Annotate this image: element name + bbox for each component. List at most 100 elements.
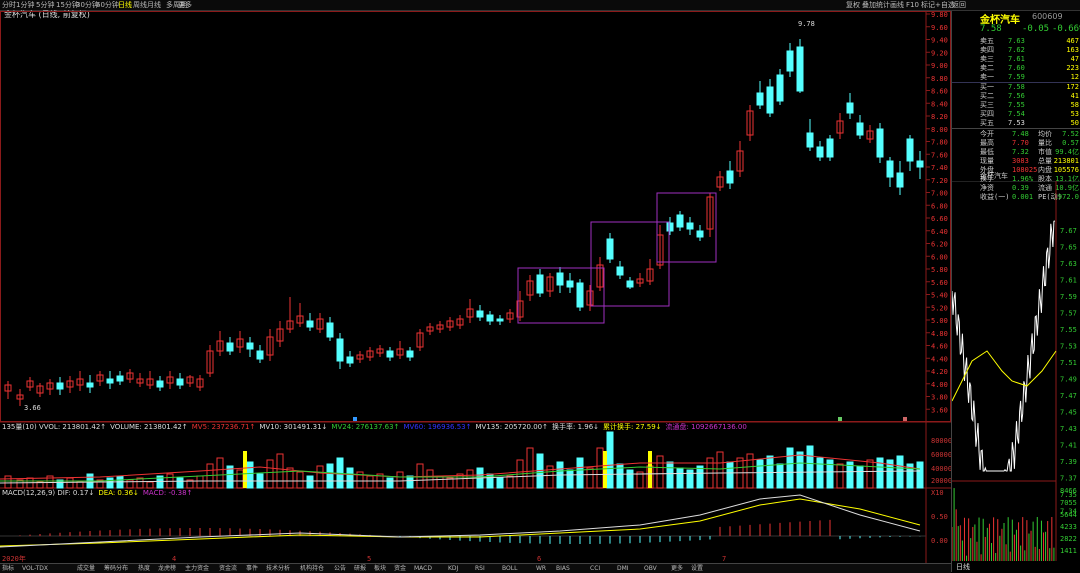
period-tab-5[interactable]: 60分钟 <box>96 0 119 10</box>
volume-bar-highlight <box>243 451 247 488</box>
last-price: 7.58 <box>980 24 1002 34</box>
ask-label: 卖三 <box>980 55 994 63</box>
mini-axis-label: 7.39 <box>1060 458 1077 466</box>
stat-value: 3083 <box>1012 157 1029 165</box>
candle-down <box>606 238 614 260</box>
candle-down <box>336 338 344 362</box>
toolbar-right-1[interactable]: 叠加 <box>862 0 876 10</box>
candle-down <box>306 320 314 328</box>
candle-down <box>896 172 904 188</box>
period-toolbar: 分时 1分钟 5分钟 15分钟 30分钟 60分钟 日线 周线 月线 多周期 更多 复权 叠加 统计 画线 F… <box>0 0 1080 11</box>
volume-bar-up <box>196 475 204 489</box>
stat-label: 现量 <box>980 157 994 165</box>
indicator-name[interactable]: 135量(10) <box>2 423 39 431</box>
volume-bar-up <box>596 447 604 489</box>
ask-label: 卖四 <box>980 46 994 54</box>
candle-down <box>556 272 564 286</box>
volume-bar-up <box>866 459 874 489</box>
indicator-value: MACD: -0.38↑ <box>142 489 193 497</box>
volume-bar-down <box>816 457 824 489</box>
volume-bar-down <box>306 475 314 489</box>
y-tick-label: 4.60 <box>931 343 948 351</box>
mini-axis-label: 7.67 <box>1060 227 1077 235</box>
x-axis-label: 7 <box>722 555 726 563</box>
candle-down <box>576 282 584 308</box>
candle-down <box>856 122 864 136</box>
volume-bar-down <box>386 477 394 489</box>
candle-down <box>766 86 774 114</box>
stat-label: 今开 <box>980 130 994 138</box>
volume-axis-label: 60000 <box>931 451 951 459</box>
period-tab-0[interactable]: 分时 <box>2 0 16 10</box>
y-tick-label: 7.40 <box>931 164 948 172</box>
intraday-mini-chart[interactable]: 7.67 7.65 7.63 7.61 7.59 7.57 7.55 7.53 7.51 7.49… <box>952 181 1080 572</box>
volume-bar-up <box>746 453 754 489</box>
stat-row: 最低 7.32 市值 99.4亿 <box>952 148 1080 157</box>
mini-vol-axis-label: 5644 <box>1060 511 1077 519</box>
mini-vol-axis-label: 2822 <box>1060 535 1077 543</box>
indicator-name[interactable]: MACD(12,26,9) <box>2 489 57 497</box>
period-tab-6[interactable]: 日线 <box>118 0 132 10</box>
candle-down <box>776 74 784 102</box>
mini-chart-title: 金杯汽车 <box>980 172 1008 180</box>
toolbar-right-0[interactable]: 复权 <box>846 0 860 10</box>
candle-down <box>476 310 484 318</box>
event-marker <box>903 417 907 421</box>
y-tick-label: 3.80 <box>931 394 948 402</box>
period-tab-1[interactable]: 1分钟 <box>16 0 34 10</box>
candle-down <box>786 50 794 72</box>
candle-down <box>756 92 764 106</box>
indicator-value: 流通盘: 1092667136.00 <box>665 423 747 431</box>
y-tick-label: 7.80 <box>931 139 948 147</box>
stat-value: 0.57 <box>1062 139 1079 147</box>
candle-down <box>256 350 264 360</box>
mini-vol-axis-label: 1411 <box>1060 547 1077 555</box>
quote-title: 金杯汽车 600609 <box>952 11 1080 26</box>
candle-down <box>696 230 704 238</box>
indicator-value: DIF: 0.17↓ <box>57 489 95 497</box>
candle-down <box>326 322 334 338</box>
period-tab-10[interactable]: 更多 <box>178 0 192 10</box>
volume-bar-up <box>396 471 404 489</box>
ask-volume: 467 <box>1066 37 1079 45</box>
toolbar-right-2[interactable]: 统计 <box>876 0 890 10</box>
volume-bar-down <box>896 455 904 489</box>
volume-bar-down <box>806 445 814 489</box>
y-tick-label: 6.40 <box>931 228 948 236</box>
volume-axis-label: 80000 <box>931 437 951 445</box>
mini-vol-axis-label: 7055 <box>1060 499 1077 507</box>
mini-axis-label: 7.41 <box>1060 442 1077 450</box>
stat-row: 今开 7.48 均价 7.52 <box>952 130 1080 139</box>
mini-axis-label: 7.63 <box>1060 260 1077 268</box>
candle-down <box>496 318 504 322</box>
toolbar-right-5[interactable]: 标记 <box>921 0 935 10</box>
period-tab-8[interactable]: 月线 <box>147 0 161 10</box>
candle-down <box>616 266 624 276</box>
toolbar-right-3[interactable]: 画线 <box>890 0 904 10</box>
volume-bar-up <box>656 455 664 489</box>
toolbar-right-4[interactable]: F10 <box>906 0 919 10</box>
volume-bar-down <box>796 451 804 489</box>
period-tab-7[interactable]: 周线 <box>133 0 147 10</box>
stat-label: 内盘 <box>1038 166 1052 174</box>
period-tab-2[interactable]: 5分钟 <box>36 0 54 10</box>
y-tick-label: 6.00 <box>931 253 948 261</box>
ask-price: 7.63 <box>1008 37 1025 45</box>
indicator-value: VVOL: 213801.42↑ <box>38 423 107 431</box>
mini-axis-label: 7.59 <box>1060 293 1077 301</box>
volume-bar-down <box>786 447 794 489</box>
toolbar-right-7[interactable]: 返回 <box>952 0 966 10</box>
kline-chart-area[interactable]: 9.80 9.60 9.40 9.20 9.00 8.80 8.60 8.40 8.20 8.00… <box>0 11 951 563</box>
bid-label: 买一 <box>980 83 994 91</box>
indicator-value: MV60: 196936.53↑ <box>403 423 472 431</box>
y-tick-label: 4.40 <box>931 355 948 363</box>
indicator-value: MV10: 301491.31↓ <box>259 423 328 431</box>
volume-indicator-header: 135量(10) VVOL: 213801.42↑ VOLUME: 213801.… <box>2 423 751 432</box>
y-tick-label: 4.00 <box>931 381 948 389</box>
mini-axis-label: 7.49 <box>1060 376 1077 384</box>
x-axis-label: 6 <box>537 555 541 563</box>
volume-bar-up <box>216 457 224 489</box>
x-axis-label: 5 <box>367 555 371 563</box>
candle-down <box>816 146 824 158</box>
volume-bar-up <box>526 447 534 489</box>
